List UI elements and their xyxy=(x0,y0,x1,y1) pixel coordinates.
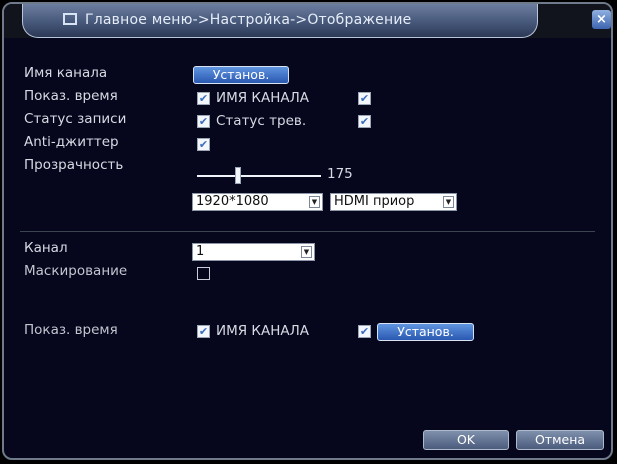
output-priority-select-value: HDMI приор xyxy=(334,194,415,209)
chevron-down-icon: ▼ xyxy=(443,196,454,208)
resolution-select-value: 1920*1080 xyxy=(196,194,269,209)
alarm-status-checkbox-label: Статус трев. xyxy=(216,113,307,129)
output-priority-select[interactable]: HDMI приор ▼ xyxy=(330,193,457,211)
close-button[interactable]: × xyxy=(592,10,611,29)
transparency-slider-thumb[interactable] xyxy=(234,167,241,184)
masking-label: Маскирование xyxy=(24,263,128,279)
resolution-select[interactable]: 1920*1080 ▼ xyxy=(192,193,323,211)
anti-jitter-checkbox[interactable]: ✔ xyxy=(197,138,210,151)
channel-select-value: 1 xyxy=(196,244,205,259)
display-settings-window: Главное меню->Настройка->Отображение × И… xyxy=(2,2,613,460)
channel-name-2-checkbox[interactable]: ✔ xyxy=(358,325,371,338)
transparency-label: Прозрачность xyxy=(24,157,124,173)
window-title: Главное меню->Настройка->Отображение xyxy=(85,12,412,28)
channel-select[interactable]: 1 ▼ xyxy=(192,243,315,261)
title-tab: Главное меню->Настройка->Отображение xyxy=(22,4,538,38)
chevron-down-icon: ▼ xyxy=(301,246,312,258)
transparency-slider-track[interactable] xyxy=(197,175,321,177)
show-time-checkbox[interactable]: ✔ xyxy=(197,92,210,105)
channel-name-checkbox-label: ИМЯ КАНАЛА xyxy=(216,90,310,106)
channel-name-checkbox[interactable]: ✔ xyxy=(358,92,371,105)
channel-label: Канал xyxy=(24,240,68,256)
masking-checkbox[interactable] xyxy=(197,267,210,280)
record-status-label: Статус записи xyxy=(24,111,127,127)
cancel-button[interactable]: Отмена xyxy=(516,430,604,450)
window-icon xyxy=(63,13,77,25)
section-divider xyxy=(20,231,595,232)
show-time-label-2: Показ. время xyxy=(24,322,118,338)
channel-name-2-checkbox-label: ИМЯ КАНАЛА xyxy=(216,323,310,339)
show-time-setup-button[interactable]: Установ. xyxy=(377,323,474,341)
transparency-value: 175 xyxy=(327,166,353,182)
show-time-label: Показ. время xyxy=(24,88,118,104)
chevron-down-icon: ▼ xyxy=(309,196,320,208)
channel-name-setup-button[interactable]: Установ. xyxy=(193,66,289,84)
alarm-status-checkbox[interactable]: ✔ xyxy=(358,115,371,128)
show-time-2-checkbox[interactable]: ✔ xyxy=(197,325,210,338)
ok-button[interactable]: OK xyxy=(423,430,509,450)
anti-jitter-label: Anti-джиттер xyxy=(24,134,119,150)
channel-name-label: Имя канала xyxy=(24,65,108,81)
record-status-checkbox[interactable]: ✔ xyxy=(197,115,210,128)
title-bar: Главное меню->Настройка->Отображение × xyxy=(4,4,611,38)
